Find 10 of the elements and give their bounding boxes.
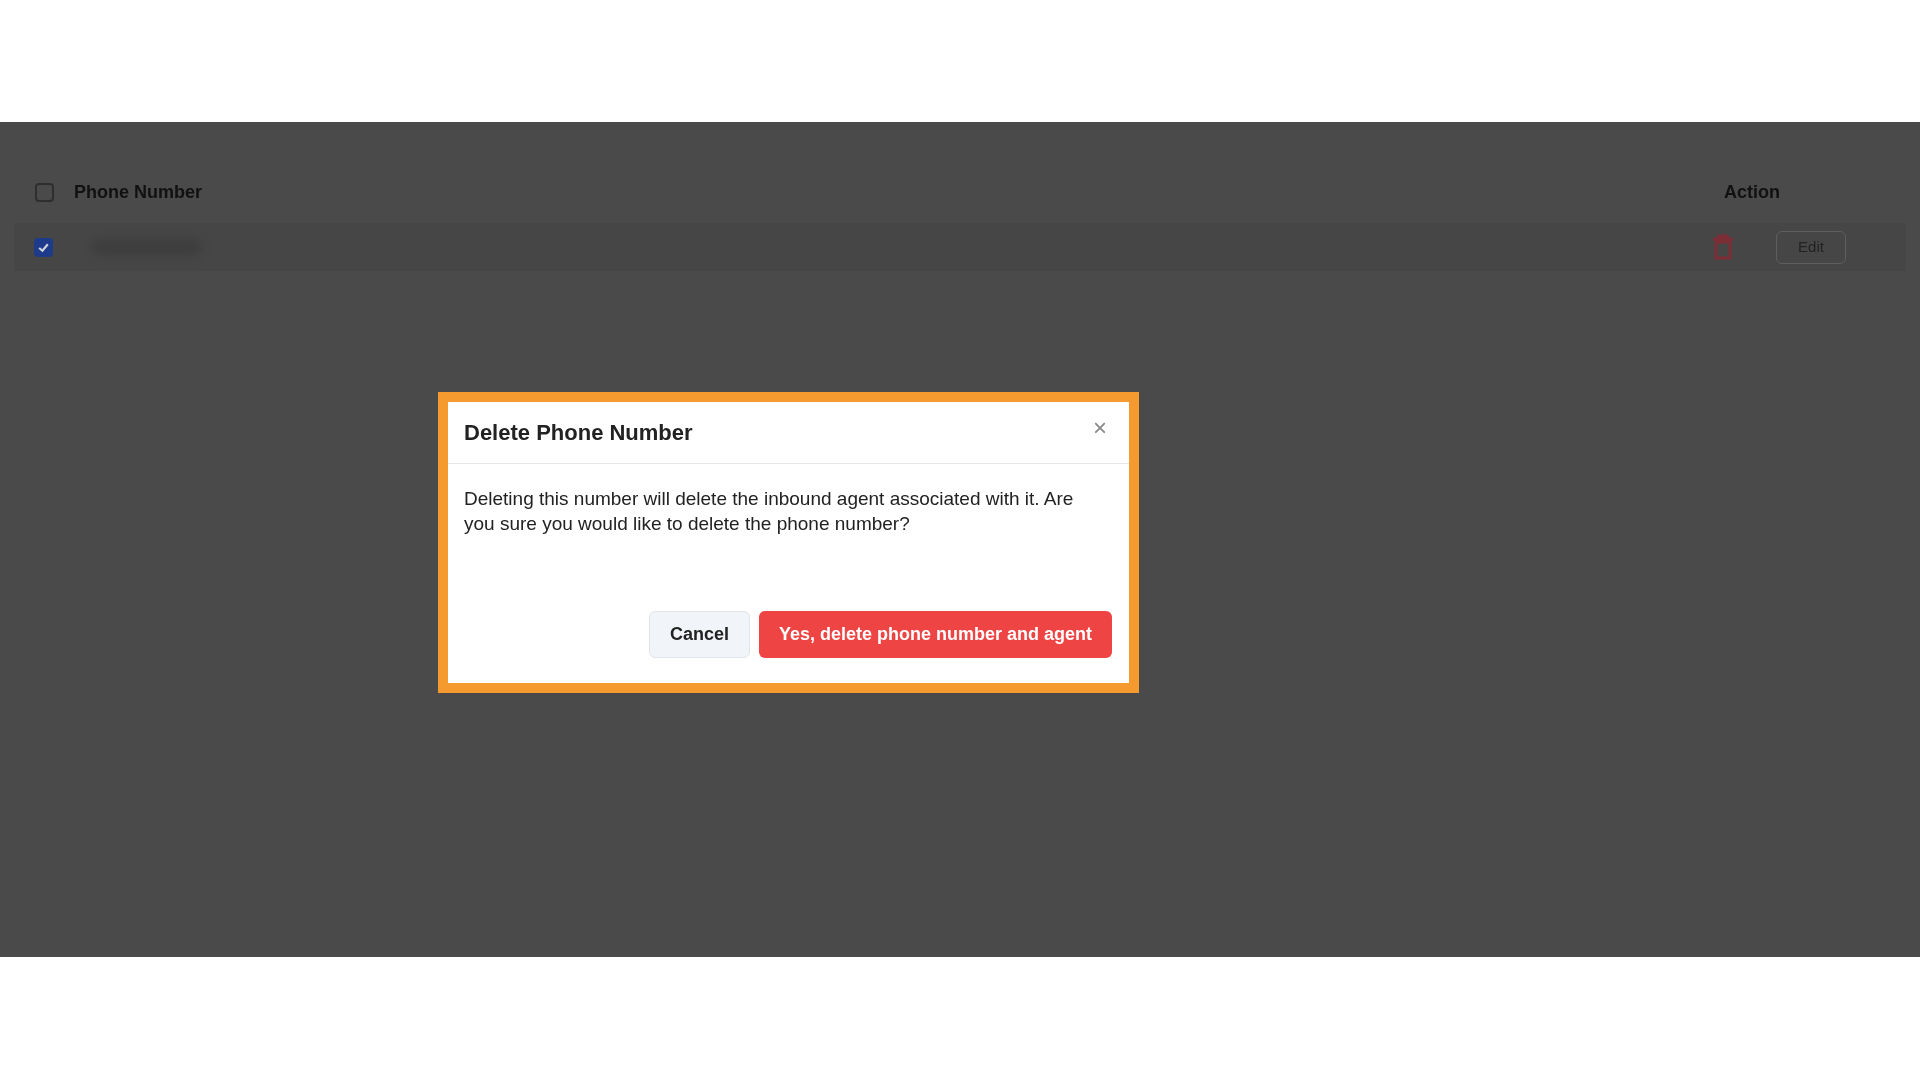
close-button[interactable]: × — [1093, 416, 1107, 440]
checkbox[interactable] — [34, 182, 54, 202]
trash-icon[interactable] — [1712, 234, 1734, 260]
column-header: Phone Number — [74, 180, 202, 204]
checkbox[interactable] — [33, 237, 53, 257]
cancel-button[interactable]: Cancel — [648, 611, 750, 658]
dialog-message: Deleting this number will delete the inbound agent associated with it. Are you sure you would like to delete the phone number? — [463, 487, 1075, 536]
column-header: Action — [1724, 180, 1780, 204]
dialog-title: Delete Phone Number — [464, 419, 693, 447]
delete-button[interactable]: Yes, delete phone number and agent — [758, 611, 1112, 658]
